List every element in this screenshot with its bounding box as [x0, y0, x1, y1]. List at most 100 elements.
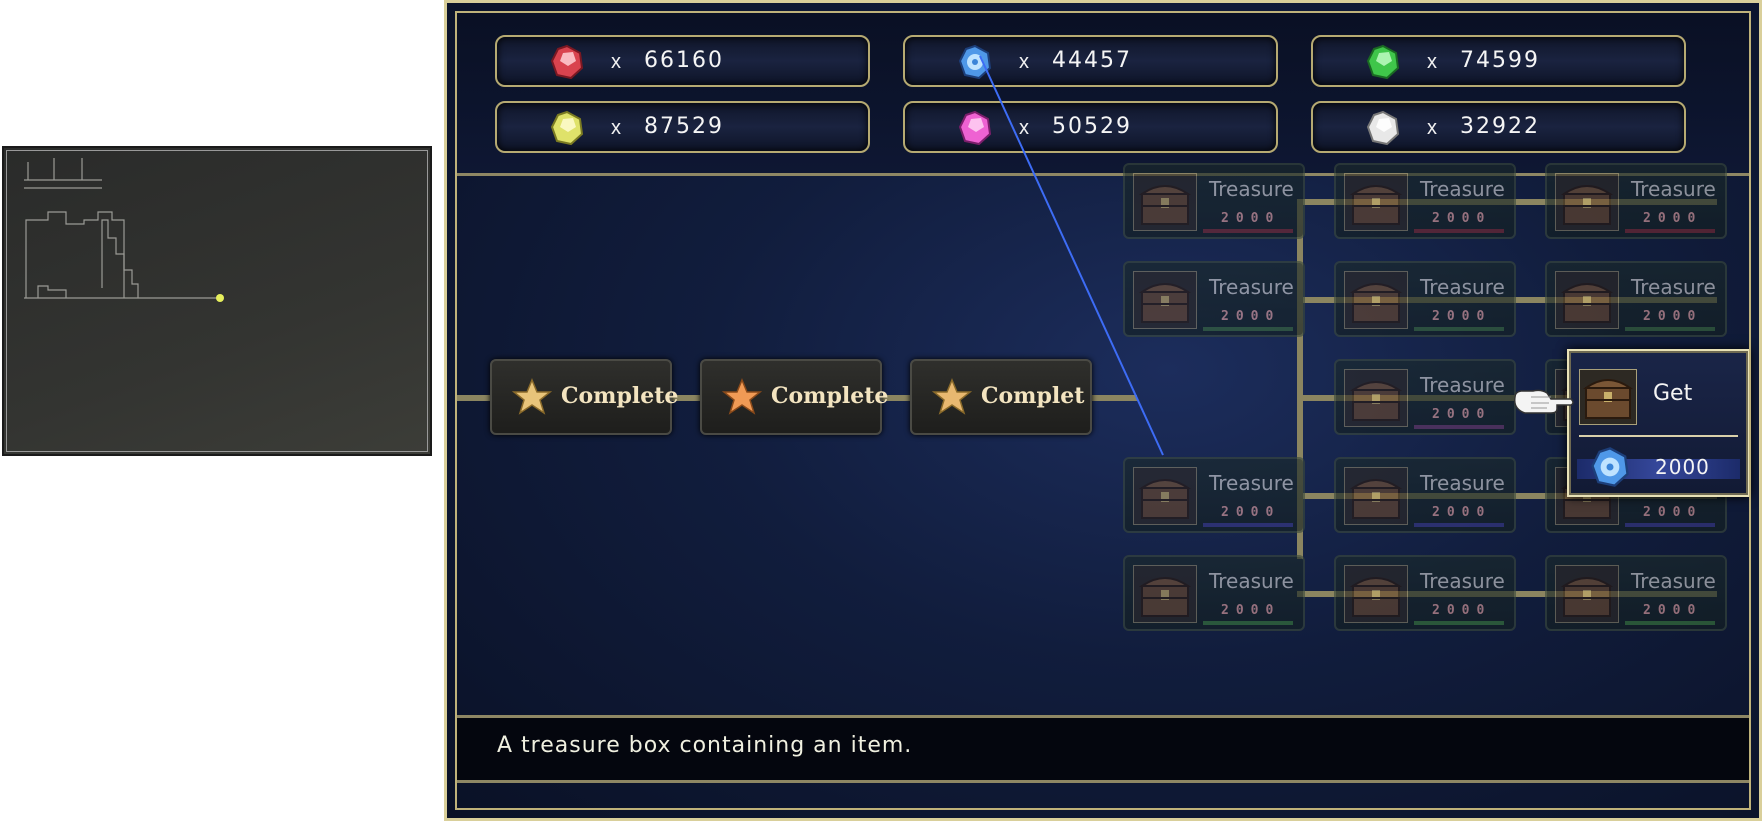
selected-treasure-node[interactable]: Get 2000	[1567, 349, 1750, 497]
treasure-label: Treasure	[1209, 275, 1294, 299]
treasure-cost: 2000	[1432, 211, 1492, 226]
node-color-bar	[1414, 425, 1504, 429]
treasure-node[interactable]: Treasure 2000	[1123, 555, 1305, 631]
treasure-chest-icon	[1579, 369, 1637, 425]
treasure-chest-icon	[1344, 467, 1408, 525]
minimap-map	[24, 158, 224, 302]
node-color-bar	[1414, 621, 1504, 625]
complete-label: Complet	[981, 383, 1085, 409]
complete-label: Complete	[561, 383, 679, 409]
treasure-chest-icon	[1555, 565, 1619, 623]
node-color-bar	[1625, 229, 1715, 233]
complete-node[interactable]: Complete	[700, 359, 888, 435]
treasure-chest-icon	[1133, 467, 1197, 525]
node-color-bar	[1203, 523, 1293, 527]
treasure-chest-icon	[1133, 271, 1197, 329]
treasure-node[interactable]: Treasure 2000	[1123, 163, 1305, 239]
treasure-chest-icon	[1555, 173, 1619, 231]
treasure-label: Treasure	[1420, 569, 1505, 593]
description-text: A treasure box containing an item.	[497, 733, 913, 758]
node-color-bar	[1625, 523, 1715, 527]
treasure-label: Treasure	[1631, 275, 1716, 299]
treasure-node[interactable]: Treasure 2000	[1545, 261, 1727, 337]
treasure-node[interactable]: Treasure 2000	[1334, 359, 1516, 435]
treasure-node[interactable]: Treasure 2000	[1334, 261, 1516, 337]
treasure-chest-icon	[1344, 369, 1408, 427]
treasure-label: Treasure	[1209, 177, 1294, 201]
node-color-bar	[1414, 523, 1504, 527]
get-label: Get	[1653, 381, 1693, 406]
pink-gem-icon	[957, 110, 993, 146]
blue-gem-count: 44457	[1052, 48, 1132, 73]
treasure-node[interactable]: Treasure 2000	[1334, 457, 1516, 533]
treasure-cost: 2000	[1643, 603, 1703, 618]
treasure-chest-icon	[1344, 565, 1408, 623]
pointing-hand-cursor	[1513, 389, 1574, 414]
treasure-node[interactable]: Treasure 2000	[1545, 163, 1727, 239]
treasure-cost: 2000	[1432, 309, 1492, 324]
multiply-sign: x	[1019, 117, 1029, 139]
treasure-cost: 2000	[1221, 309, 1281, 324]
multiply-sign: x	[611, 51, 621, 73]
multiply-sign: x	[1427, 51, 1437, 73]
currency-yellow: x 87529	[495, 101, 870, 153]
multiply-sign: x	[1427, 117, 1437, 139]
multiply-sign: x	[611, 117, 621, 139]
treasure-node[interactable]: Treasure 2000	[1334, 163, 1516, 239]
white-gem-icon	[1365, 110, 1401, 146]
treasure-chest-icon	[1555, 271, 1619, 329]
star-icon	[932, 378, 972, 415]
treasure-tree-screen: x 66160 x 44457 x 74599 x 87529 x 50529 …	[444, 0, 1762, 821]
star-icon	[722, 378, 762, 415]
red-gem-count: 66160	[644, 48, 724, 73]
blue-gem-icon	[1589, 446, 1631, 488]
yellow-gem-icon	[549, 110, 585, 146]
treasure-cost: 2000	[1643, 505, 1703, 520]
node-color-bar	[1414, 327, 1504, 331]
white-gem-count: 32922	[1460, 114, 1540, 139]
currency-blue: x 44457	[903, 35, 1278, 87]
treasure-node[interactable]: Treasure 2000	[1123, 457, 1305, 533]
treasure-chest-icon	[1133, 173, 1197, 231]
treasure-cost: 2000	[1221, 505, 1281, 520]
treasure-label: Treasure	[1420, 275, 1505, 299]
treasure-cost: 2000	[1643, 309, 1703, 324]
star-icon	[512, 378, 552, 415]
treasure-cost: 2000	[1221, 603, 1281, 618]
green-gem-icon	[1365, 44, 1401, 80]
treasure-node[interactable]: Treasure 2000	[1334, 555, 1516, 631]
player-marker	[216, 294, 224, 302]
treasure-label: Treasure	[1420, 373, 1505, 397]
pink-gem-count: 50529	[1052, 114, 1132, 139]
blue-gem-icon	[957, 44, 993, 80]
currency-pink: x 50529	[903, 101, 1278, 153]
treasure-label: Treasure	[1209, 569, 1294, 593]
treasure-cost: 2000	[1643, 211, 1703, 226]
node-color-bar	[1203, 621, 1293, 625]
complete-label: Complete	[771, 383, 889, 409]
treasure-label: Treasure	[1631, 177, 1716, 201]
treasure-cost: 2000	[1432, 407, 1492, 422]
treasure-label: Treasure	[1209, 471, 1294, 495]
node-color-bar	[1203, 327, 1293, 331]
treasure-label: Treasure	[1420, 471, 1505, 495]
complete-node[interactable]: Complet	[910, 359, 1092, 435]
red-gem-icon	[549, 44, 585, 80]
yellow-gem-count: 87529	[644, 114, 724, 139]
minimap	[2, 146, 432, 456]
treasure-chest-icon	[1344, 173, 1408, 231]
currency-green: x 74599	[1311, 35, 1686, 87]
currency-white: x 32922	[1311, 101, 1686, 153]
treasure-chest-icon	[1344, 271, 1408, 329]
multiply-sign: x	[1019, 51, 1029, 73]
description-bar: A treasure box containing an item.	[457, 715, 1749, 783]
cost-value: 2000	[1655, 455, 1710, 479]
treasure-node[interactable]: Treasure 2000	[1123, 261, 1305, 337]
node-color-bar	[1625, 621, 1715, 625]
node-color-bar	[1203, 229, 1293, 233]
treasure-label: Treasure	[1631, 569, 1716, 593]
treasure-node[interactable]: Treasure 2000	[1545, 555, 1727, 631]
treasure-cost: 2000	[1432, 505, 1492, 520]
complete-node[interactable]: Complete	[490, 359, 678, 435]
treasure-cost: 2000	[1221, 211, 1281, 226]
